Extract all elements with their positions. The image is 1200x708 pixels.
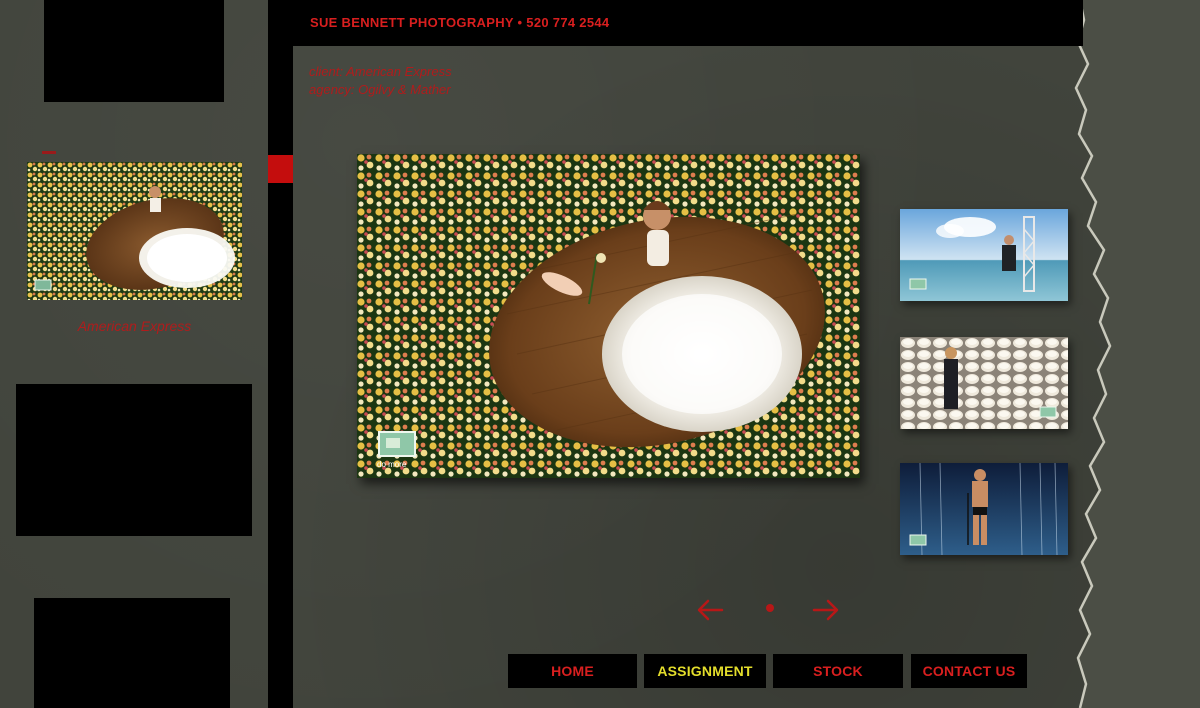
main-photo-ballerina: do more bbox=[357, 154, 860, 478]
left-middle-black-box bbox=[16, 384, 252, 536]
thumb-man-in-water[interactable] bbox=[900, 209, 1068, 301]
client-credit: client: American Express bbox=[309, 64, 452, 79]
torn-paper-edge bbox=[1074, 0, 1200, 708]
nav-stock-button[interactable]: STOCK bbox=[773, 654, 903, 688]
agency-credit: agency: Ogilvy & Mather bbox=[309, 82, 451, 97]
card-caption: do more bbox=[377, 460, 407, 469]
site-title: SUE BENNETT PHOTOGRAPHY • 520 774 2544 bbox=[310, 15, 610, 30]
nav-home-button[interactable]: HOME bbox=[508, 654, 637, 688]
left-red-dash bbox=[42, 151, 56, 154]
right-arrow-icon[interactable] bbox=[812, 596, 840, 624]
thumb-ballerina-left[interactable] bbox=[27, 162, 242, 300]
page-dot-indicator bbox=[766, 604, 774, 612]
page: American Express SUE BENNETT PHOTOGRAPHY… bbox=[0, 0, 1200, 708]
vertical-divider bbox=[268, 0, 293, 708]
thumb-woman-with-sheep[interactable] bbox=[900, 337, 1068, 429]
left-top-black-box bbox=[44, 0, 224, 102]
vertical-red-marker bbox=[268, 155, 293, 183]
nav-contact-us-button[interactable]: CONTACT US bbox=[911, 654, 1027, 688]
left-bottom-black-box bbox=[34, 598, 230, 708]
left-arrow-icon[interactable] bbox=[696, 596, 724, 624]
nav-assignment-button[interactable]: ASSIGNMENT bbox=[644, 654, 766, 688]
left-thumb-caption: American Express bbox=[77, 318, 192, 334]
thumb-swimmer-waterfall[interactable] bbox=[900, 463, 1068, 555]
